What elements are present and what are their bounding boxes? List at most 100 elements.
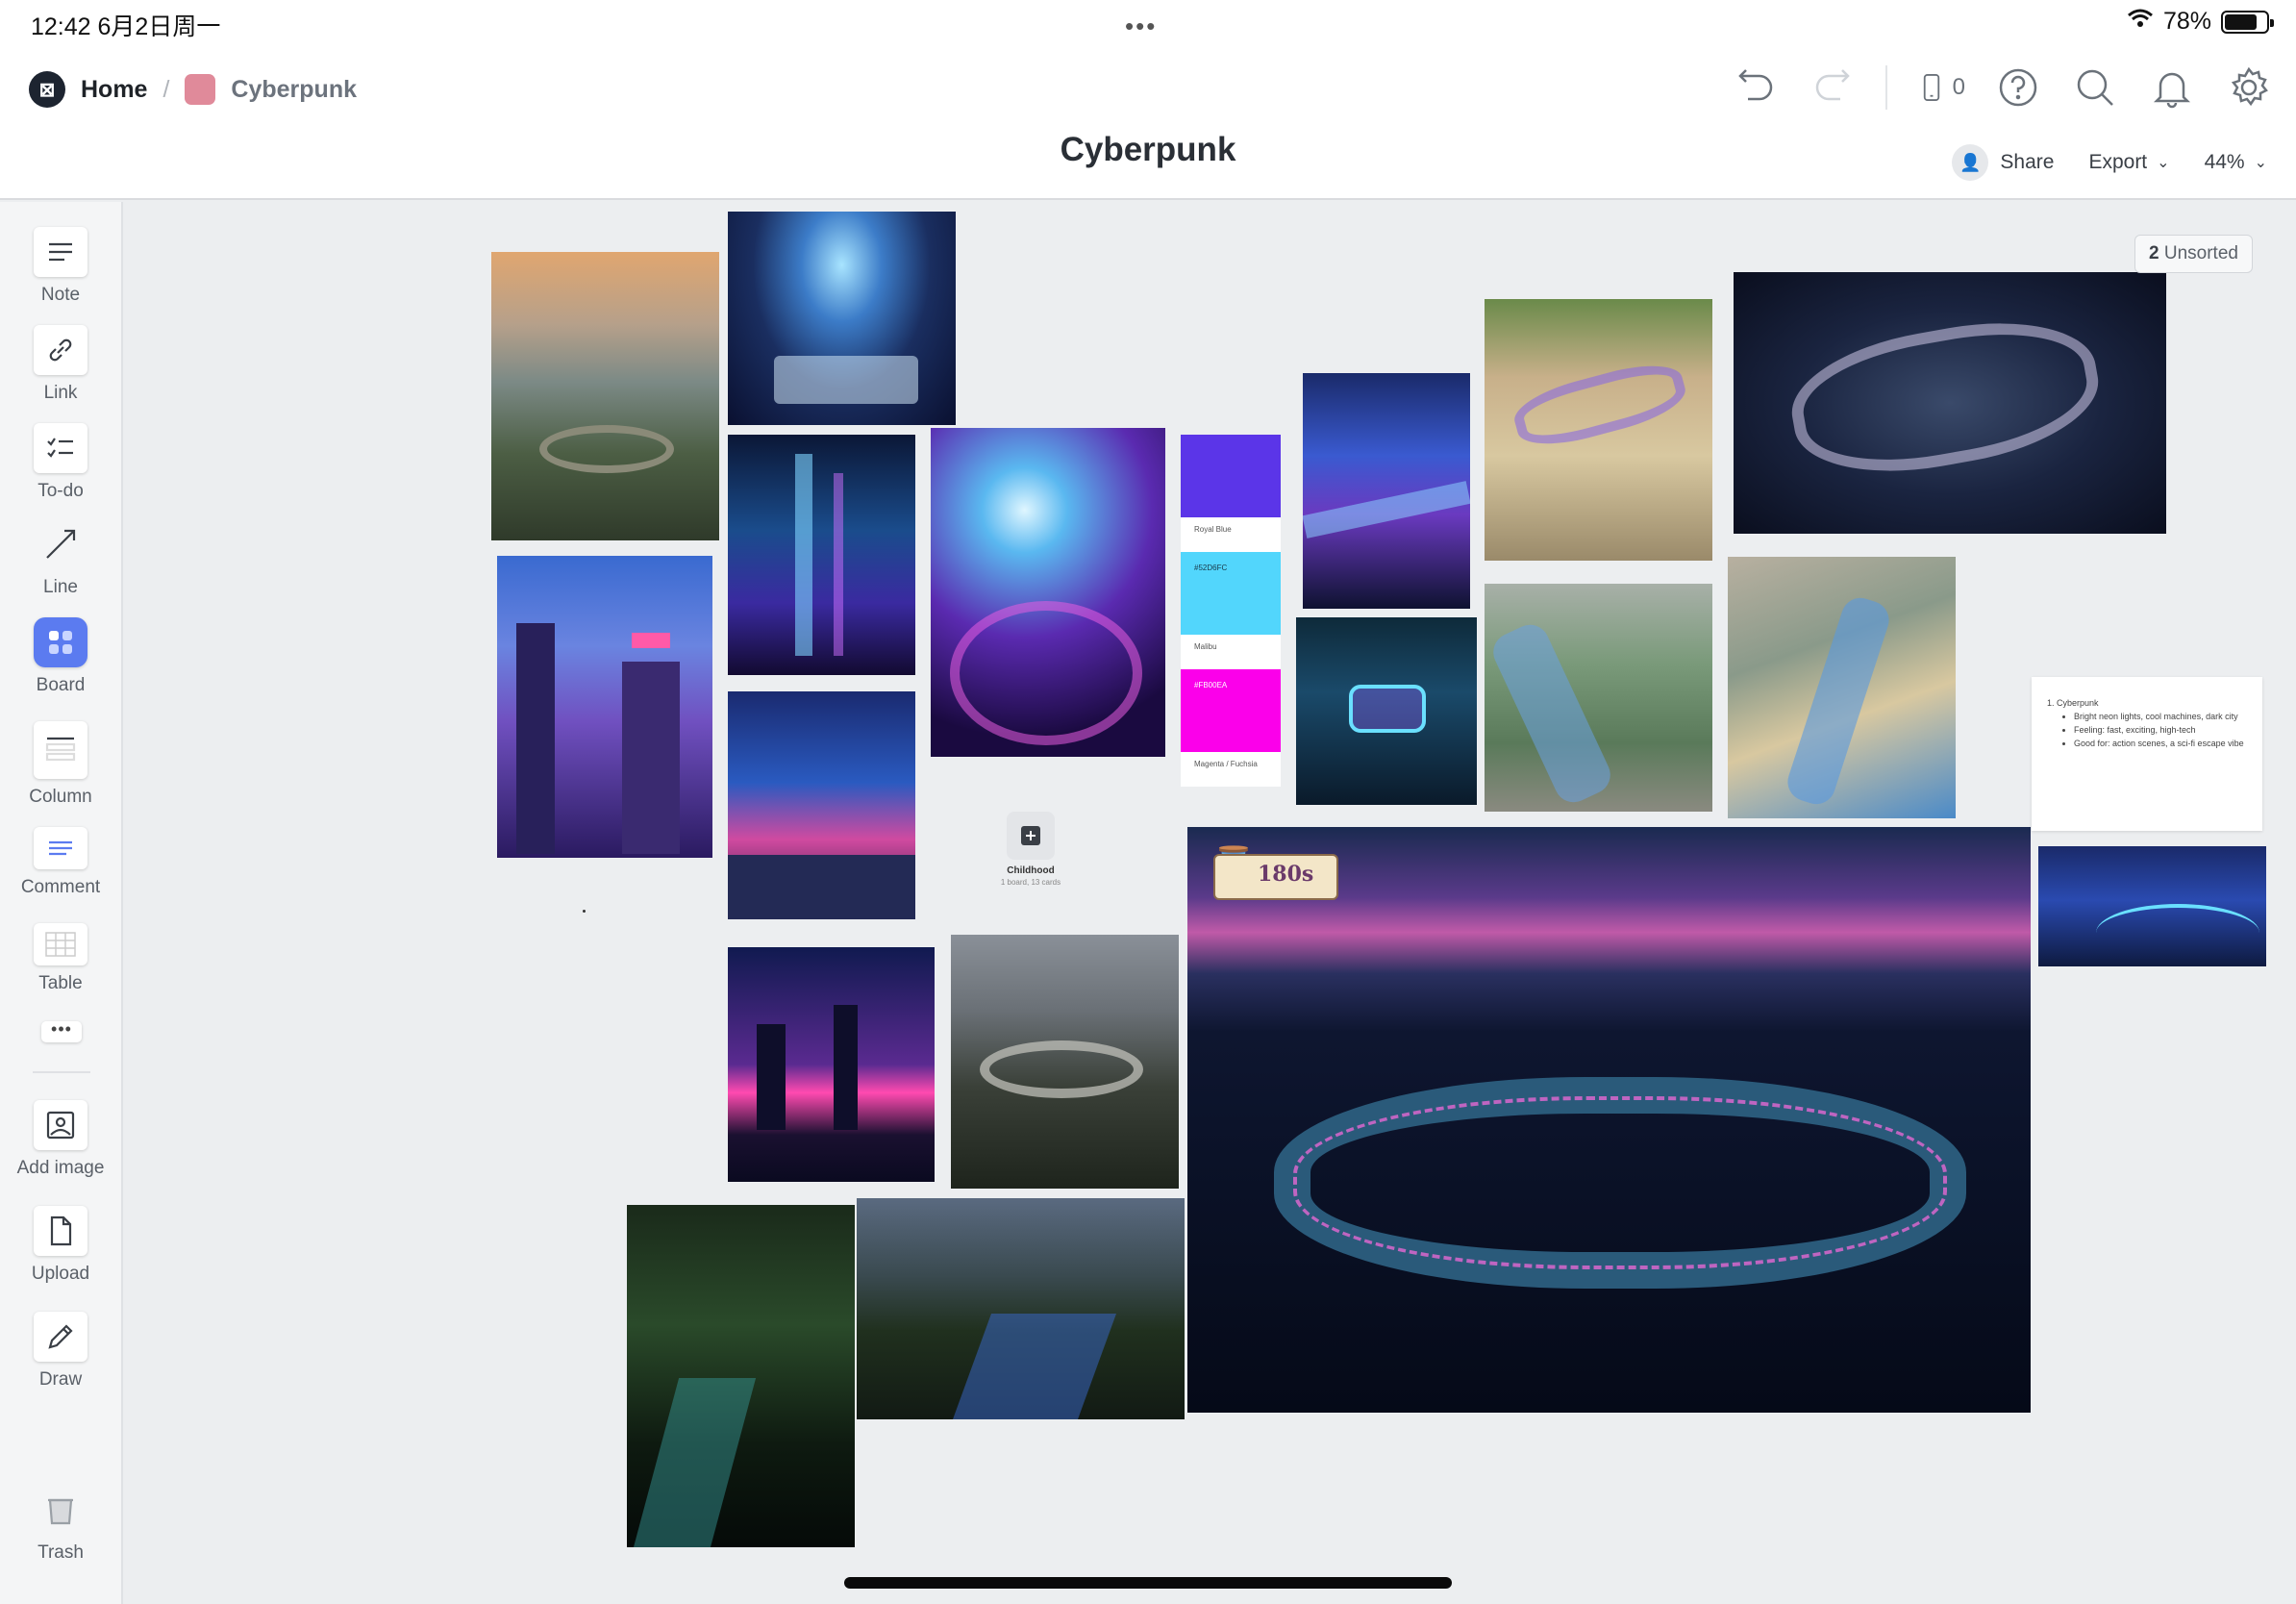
tool-column[interactable]: Column — [0, 721, 121, 808]
breadcrumb-current[interactable]: Cyberpunk — [231, 76, 357, 104]
share-button[interactable]: 👤 Share — [1952, 144, 2054, 181]
image-card-neon-racetrack[interactable] — [1187, 827, 2031, 1413]
color-swatch-royal-blue — [1181, 435, 1281, 517]
tool-table[interactable]: Table — [0, 923, 121, 994]
unsorted-count: 2 — [2149, 243, 2159, 263]
chevron-down-icon: ⌄ — [2254, 155, 2267, 171]
phone-icon — [1916, 63, 1947, 112]
tool-upload-label: Upload — [31, 1264, 90, 1284]
unsorted-button[interactable]: 2 Unsorted — [2134, 235, 2253, 273]
device-count: 0 — [1952, 74, 1965, 100]
checklist-icon — [34, 423, 87, 473]
export-dropdown[interactable]: Export ⌄ — [2088, 151, 2169, 174]
tool-todo[interactable]: To-do — [0, 423, 121, 502]
search-icon[interactable] — [2071, 63, 2119, 112]
tool-comment[interactable]: Comment — [0, 827, 121, 898]
tool-line[interactable]: Line — [0, 519, 121, 598]
bell-icon[interactable] — [2148, 63, 2196, 112]
note-bullet: Feeling: fast, exciting, high-tech — [2074, 723, 2247, 737]
unsorted-label: Unsorted — [2163, 243, 2238, 263]
redo-icon[interactable] — [1809, 63, 1857, 112]
share-label: Share — [2000, 151, 2055, 173]
tool-board[interactable]: Board — [0, 617, 121, 696]
tool-note[interactable]: Note — [0, 227, 121, 306]
image-card-synthwave-skyline[interactable] — [728, 947, 935, 1182]
tool-link[interactable]: Link — [0, 325, 121, 404]
canvas-dot — [583, 910, 586, 913]
image-card-stadium[interactable] — [951, 935, 1179, 1189]
swatch-label: Malibu — [1181, 635, 1281, 669]
status-indicators: 78% — [2127, 8, 2274, 36]
tool-add-image-label: Add image — [16, 1158, 105, 1178]
header-divider — [1884, 65, 1887, 110]
image-card-floating-orb-city[interactable] — [931, 428, 1165, 757]
tool-link-label: Link — [43, 383, 78, 403]
tool-upload[interactable]: Upload — [0, 1206, 121, 1285]
sidebar-divider — [33, 1071, 90, 1073]
image-card-park-aerial-1[interactable] — [1485, 299, 1712, 561]
note-heading: 1. Cyberpunk — [2047, 698, 2099, 708]
swatch-label: Magenta / Fuchsia — [1181, 752, 1281, 787]
image-card-ice-rink[interactable] — [728, 212, 956, 425]
tool-draw[interactable]: Draw — [0, 1312, 121, 1391]
undo-icon[interactable] — [1732, 63, 1780, 112]
image-icon — [34, 1100, 87, 1150]
image-card-neon-train[interactable] — [1303, 373, 1470, 609]
breadcrumb-home[interactable]: Home — [81, 76, 147, 104]
help-icon[interactable] — [1994, 63, 2042, 112]
board-card-childhood[interactable]: Childhood 1 board, 13 cards — [996, 812, 1065, 887]
image-card-glow-path-forest[interactable] — [627, 1205, 855, 1547]
chevron-down-icon: ⌄ — [2157, 155, 2170, 171]
tool-todo-label: To-do — [37, 481, 84, 501]
image-card-glow-path-field[interactable] — [857, 1198, 1185, 1419]
color-swatch-malibu: #52D6FC — [1181, 552, 1281, 635]
color-palette-card[interactable]: Royal Blue #52D6FC Malibu #FB00EA Magent… — [1181, 435, 1281, 810]
multitasking-dots[interactable]: ••• — [1125, 12, 1157, 41]
swatch-label: Royal Blue — [1181, 517, 1281, 552]
line-arrow-icon — [34, 519, 87, 569]
battery-percent: 78% — [2162, 8, 2211, 35]
tool-line-label: Line — [43, 577, 78, 597]
board-color-icon — [185, 74, 216, 105]
breadcrumb-separator: / — [162, 75, 170, 103]
image-card-purple-city[interactable] — [497, 556, 712, 858]
header: ⊠ Home / Cyberpunk 0 Cyberpunk 👤 Share E… — [0, 46, 2296, 200]
pencil-icon — [34, 1312, 87, 1362]
add-person-icon: 👤 — [1952, 144, 1989, 181]
zoom-dropdown[interactable]: 44% ⌄ — [2205, 151, 2267, 174]
image-card-hologram-car[interactable] — [1296, 617, 1477, 805]
image-card-city-sunset[interactable] — [491, 252, 719, 540]
board-card-title: Childhood — [1007, 865, 1055, 876]
title-actions: 👤 Share Export ⌄ 44% ⌄ — [1952, 144, 2267, 181]
status-bar: 12:42 6月2日周一 ••• 78% — [0, 0, 2296, 46]
status-time-date: 12:42 6月2日周一 — [31, 13, 221, 40]
tool-trash-label: Trash — [37, 1542, 84, 1563]
app-logo-icon[interactable]: ⊠ — [29, 71, 65, 108]
tool-add-image[interactable]: Add image — [0, 1100, 121, 1179]
header-actions: 0 — [1732, 63, 2273, 112]
image-card-neon-street[interactable] — [728, 691, 915, 919]
sidebar-toolbar: Note Link To-do Line Board Column Commen… — [0, 202, 123, 1604]
note-icon — [34, 227, 87, 277]
image-card-track-night[interactable] — [1734, 272, 2166, 534]
swatch-hex: #FB00EA — [1194, 681, 1228, 689]
note-card[interactable]: 1. Cyberpunk Bright neon lights, cool ma… — [2032, 677, 2262, 831]
gear-icon[interactable] — [2225, 63, 2273, 112]
board-icon — [1007, 812, 1055, 860]
home-indicator[interactable] — [844, 1577, 1452, 1589]
image-card-neon-curve[interactable] — [2038, 846, 2266, 966]
tool-comment-label: Comment — [20, 877, 101, 897]
device-sync-button[interactable]: 0 — [1916, 63, 1965, 112]
more-tools-button[interactable]: ••• — [41, 1020, 82, 1042]
image-card-neon-tower[interactable] — [728, 435, 915, 675]
image-card-park-aerial-2[interactable] — [1485, 584, 1712, 812]
tool-column-label: Column — [29, 787, 92, 807]
comment-icon — [34, 827, 87, 869]
image-card-beach-park[interactable] — [1728, 557, 1956, 818]
column-icon — [34, 721, 87, 779]
swatch-hex: #52D6FC — [1194, 564, 1228, 572]
export-label: Export — [2088, 151, 2148, 173]
color-swatch-magenta: #FB00EA — [1181, 669, 1281, 752]
tool-table-label: Table — [38, 973, 83, 993]
tool-trash[interactable]: Trash — [0, 1485, 121, 1564]
